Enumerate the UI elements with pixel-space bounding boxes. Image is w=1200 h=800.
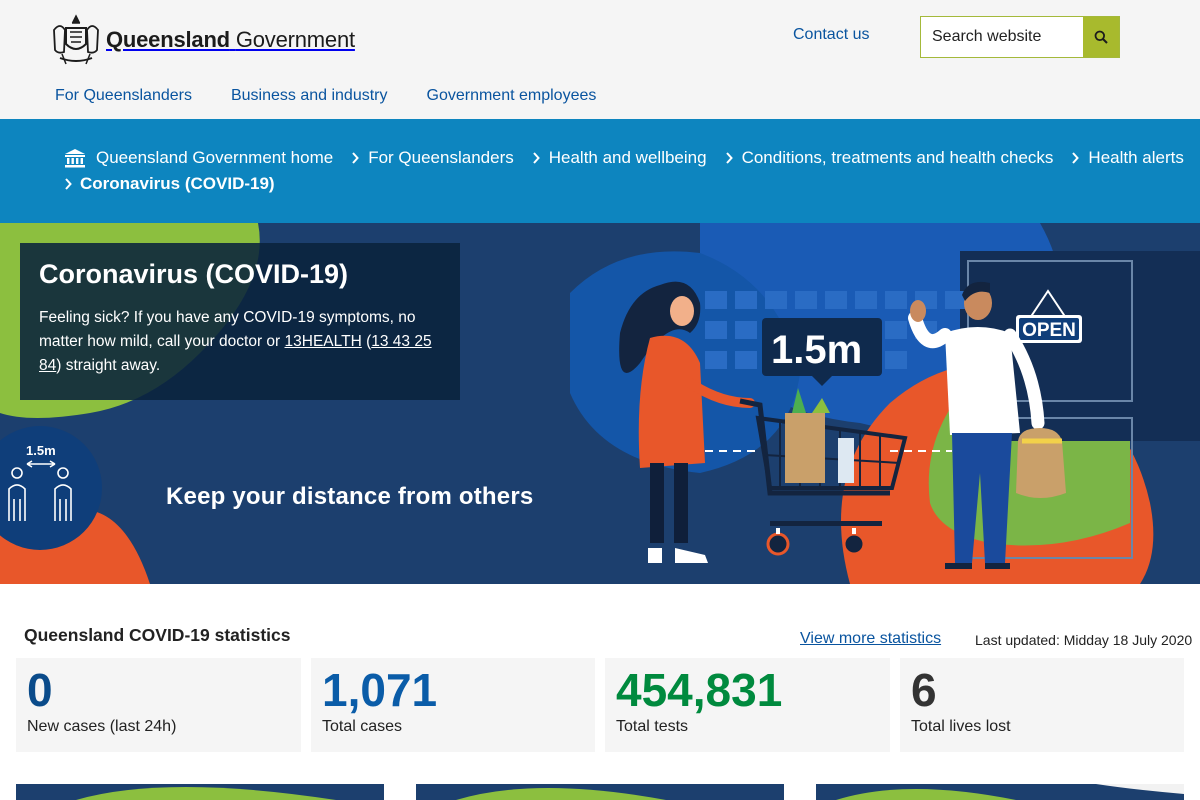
stat-label: Total tests bbox=[616, 718, 689, 735]
hero-text: Feeling sick? If you have any COVID-19 s… bbox=[39, 309, 432, 374]
search-input[interactable] bbox=[921, 17, 1083, 57]
stat-value: 454,831 bbox=[616, 664, 783, 716]
breadcrumb-for-queenslanders[interactable]: For Queenslanders bbox=[368, 148, 514, 168]
feature-card[interactable] bbox=[16, 784, 384, 800]
feature-card-image bbox=[456, 788, 666, 800]
stat-card-new-cases: 0 New cases (last 24h) bbox=[16, 658, 301, 752]
nav-item-business-and-industry[interactable]: Business and industry bbox=[231, 87, 388, 105]
distance-small-label: 1.5m bbox=[26, 443, 56, 458]
chevron-right-icon bbox=[532, 152, 540, 164]
chevron-right-icon bbox=[65, 178, 72, 190]
stat-value: 1,071 bbox=[322, 664, 438, 716]
stat-card-total-tests: 454,831 Total tests bbox=[605, 658, 890, 752]
search-icon bbox=[1094, 30, 1108, 44]
feature-card-image bbox=[76, 787, 336, 800]
stat-label: New cases (last 24h) bbox=[27, 718, 177, 735]
stat-card-total-cases: 1,071 Total cases bbox=[311, 658, 595, 752]
chevron-right-icon bbox=[1072, 152, 1080, 164]
chevron-right-icon bbox=[352, 152, 360, 164]
stat-value: 0 bbox=[27, 664, 53, 716]
hero-banner: 1.5m 1.5m OPEN Coronavirus (COVID-19) Fe… bbox=[0, 223, 1200, 584]
search-form bbox=[920, 16, 1120, 58]
breadcrumb-current: Coronavirus (COVID-19) bbox=[80, 174, 275, 193]
breadcrumb-label: Queensland Government home bbox=[96, 148, 334, 167]
coat-of-arms-icon bbox=[53, 14, 99, 65]
breadcrumb: Queensland Government home For Queenslan… bbox=[0, 119, 1200, 223]
logo-text-bold: Queensland bbox=[106, 27, 230, 52]
site-logo[interactable]: Queensland Government bbox=[50, 14, 355, 66]
distance-big-label: 1.5m bbox=[771, 328, 862, 372]
breadcrumb-home[interactable]: Queensland Government home bbox=[64, 148, 333, 168]
stats-title: Queensland COVID-19 statistics bbox=[24, 625, 291, 645]
stat-label: Total cases bbox=[322, 718, 403, 735]
feature-card[interactable] bbox=[416, 784, 784, 800]
chevron-right-icon bbox=[725, 152, 733, 164]
site-header: Queensland Government Contact us For Que… bbox=[0, 0, 1200, 119]
hero-text-outro: ) straight away. bbox=[56, 357, 161, 374]
view-more-statistics-link[interactable]: View more statistics bbox=[800, 630, 941, 648]
breadcrumb-health-and-wellbeing[interactable]: Health and wellbeing bbox=[549, 148, 707, 168]
breadcrumb-health-alerts[interactable]: Health alerts bbox=[1088, 148, 1183, 168]
13health-link[interactable]: 13HEALTH bbox=[285, 333, 362, 350]
contact-us-link[interactable]: Contact us bbox=[793, 26, 869, 44]
nav-item-government-employees[interactable]: Government employees bbox=[427, 87, 597, 105]
stats-last-updated: Last updated: Midday 18 July 2020 bbox=[975, 632, 1193, 648]
hero-title: Coronavirus (COVID-19) bbox=[39, 259, 349, 289]
government-building-icon bbox=[65, 149, 85, 168]
hero-tagline: Keep your distance from others bbox=[166, 483, 534, 510]
main-nav: For Queenslanders Business and industry … bbox=[55, 87, 635, 105]
open-sign-text: OPEN bbox=[1022, 320, 1076, 341]
breadcrumb-conditions[interactable]: Conditions, treatments and health checks bbox=[742, 148, 1054, 168]
feature-card[interactable] bbox=[816, 784, 1184, 800]
stat-value: 6 bbox=[911, 664, 937, 716]
stat-label: Total lives lost bbox=[911, 718, 1011, 735]
hero-message-box: Coronavirus (COVID-19) Feeling sick? If … bbox=[20, 243, 460, 400]
nav-item-for-queenslanders[interactable]: For Queenslanders bbox=[55, 87, 192, 105]
logo-text-light: Government bbox=[235, 27, 355, 52]
stat-card-lives-lost: 6 Total lives lost bbox=[900, 658, 1184, 752]
feature-card-image bbox=[836, 784, 1184, 800]
search-button[interactable] bbox=[1083, 17, 1119, 57]
